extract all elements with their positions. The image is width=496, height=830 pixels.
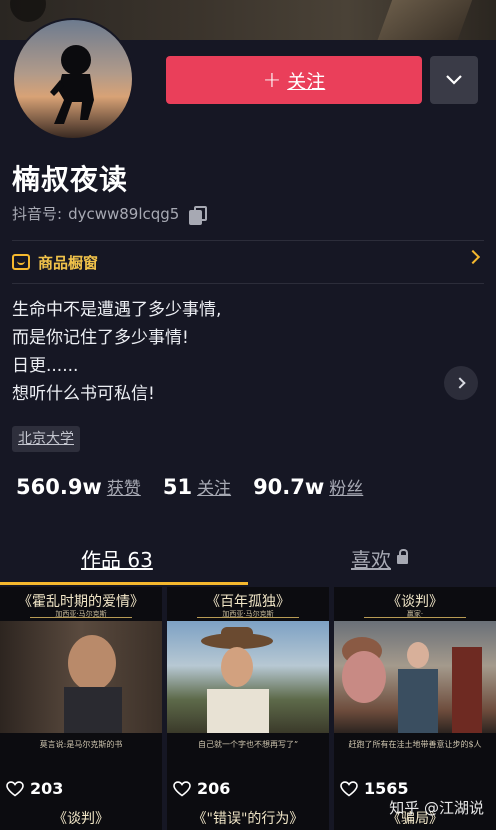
douyin-id: 抖音号: dycww89lcqg5 [12, 203, 208, 225]
tab-works-label: 作品 63 [81, 548, 153, 572]
tab-works[interactable]: 作品 63 [81, 544, 153, 573]
bio-line: 想听什么书可私信! [12, 384, 155, 404]
chevron-right-icon [465, 249, 481, 265]
watermark: 知乎 @江湖说 [389, 799, 484, 817]
video-caption: 赶跑了所有在洼土地带善意让步的$人 [348, 740, 482, 749]
divider [12, 283, 484, 284]
follow-label: 关注 [287, 70, 326, 93]
video-likes: 1565 [340, 779, 409, 798]
divider [197, 617, 299, 618]
shop-window-row[interactable]: 商品橱窗 [12, 244, 484, 280]
video-card-title[interactable]: 《谈判》 [0, 809, 162, 830]
heart-icon [6, 780, 24, 797]
video-card-title[interactable]: 《"错误"的行为》 [167, 809, 329, 830]
stat-label: 获赞 [106, 479, 141, 499]
video-title: 《百年孤独》 [206, 594, 290, 610]
tab-likes[interactable]: 喜欢 [351, 544, 408, 573]
video-thumbnail [167, 621, 329, 733]
stats-row: 560.9w 获赞 51 关注 90.7w 粉丝 [16, 474, 363, 499]
stat-followers[interactable]: 90.7w 粉丝 [253, 474, 363, 499]
profile-name: 楠叔夜读 [12, 163, 129, 196]
school-tag[interactable]: 北京大学 [12, 426, 80, 452]
stat-value: 90.7w [253, 475, 325, 499]
video-caption: 自己就一个字也不想再写了” [197, 740, 299, 749]
avatar[interactable] [12, 18, 134, 140]
douyin-id-label: 抖音号: [12, 205, 63, 223]
video-caption: 莫言说:是马尔克斯的书 [39, 740, 123, 749]
bio-expand-button[interactable] [444, 366, 478, 400]
chevron-down-icon [446, 75, 462, 85]
back-button[interactable] [10, 0, 46, 22]
copy-icon[interactable] [189, 205, 208, 225]
bio: 生命中不是遭遇了多少事情, 而是你记住了多少事情! 日更...... 想听什么书… [12, 296, 221, 408]
lock-icon [397, 548, 408, 567]
video-thumbnail [0, 621, 162, 733]
stat-likes[interactable]: 560.9w 获赞 [16, 474, 141, 499]
bio-line: 日更...... [12, 356, 79, 376]
shop-icon [12, 254, 30, 270]
video-likes-count: 206 [197, 779, 231, 798]
heart-icon [340, 780, 358, 797]
video-likes: 206 [173, 779, 230, 798]
stat-label: 关注 [197, 479, 232, 499]
divider [364, 617, 466, 618]
content-tabs: 作品 63 喜欢 [0, 534, 496, 585]
video-card[interactable]: 《霍乱时期的爱情》 加西亚·马尔克斯 莫言说:是马尔克斯的书 203 [0, 587, 162, 809]
chevron-right-icon [453, 377, 466, 389]
video-thumbnail [334, 621, 496, 733]
video-likes-count: 1565 [364, 779, 409, 798]
stat-value: 51 [162, 475, 193, 499]
avatar-silhouette [50, 45, 94, 124]
active-tab-indicator [0, 582, 248, 585]
bio-line: 生命中不是遭遇了多少事情, [12, 300, 222, 320]
douyin-id-value: dycww89lcqg5 [68, 204, 180, 223]
video-title: 《霍乱时期的爱情》 [18, 594, 144, 610]
tab-likes-label: 喜欢 [351, 548, 391, 572]
shop-window-label: 商品橱窗 [38, 253, 99, 272]
stat-label: 粉丝 [329, 479, 364, 499]
heart-icon [173, 780, 191, 797]
cover-decoration [377, 0, 475, 40]
more-options-button[interactable] [430, 56, 478, 104]
video-card[interactable]: 《谈判》 赢家· 赶跑了所有在洼土地带善意让步的$人 1565 [334, 587, 496, 809]
stat-following[interactable]: 51 关注 [163, 474, 231, 499]
video-likes-count: 203 [30, 779, 64, 798]
plus-icon: + [262, 67, 282, 93]
video-grid: 《霍乱时期的爱情》 加西亚·马尔克斯 莫言说:是马尔克斯的书 203 《百年孤独… [0, 587, 496, 830]
video-likes: 203 [6, 779, 63, 798]
video-title: 《谈判》 [387, 594, 443, 610]
bio-line: 而是你记住了多少事情! [12, 328, 189, 348]
divider [12, 240, 484, 241]
stat-value: 560.9w [16, 475, 102, 499]
video-card[interactable]: 《百年孤独》 加西亚·马尔克斯 自己就一个字也不想再写了” 206 [167, 587, 329, 809]
follow-button[interactable]: + 关注 [166, 56, 422, 104]
divider [30, 617, 132, 618]
